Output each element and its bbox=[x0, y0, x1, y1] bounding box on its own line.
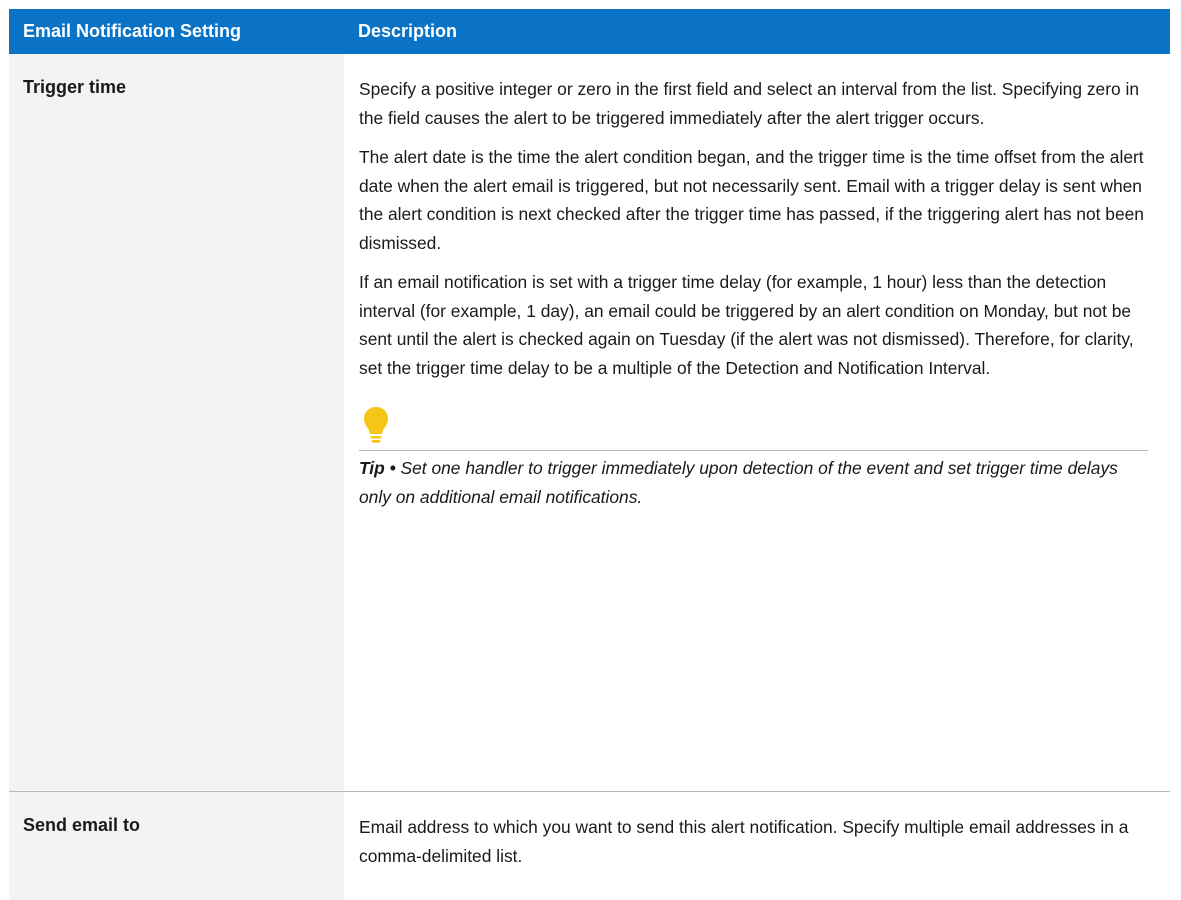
setting-description: Specify a positive integer or zero in th… bbox=[344, 54, 1170, 791]
tip-label: Tip • bbox=[359, 458, 396, 478]
setting-name: Send email to bbox=[9, 792, 344, 900]
tip-divider bbox=[359, 450, 1148, 451]
description-paragraph: Specify a positive integer or zero in th… bbox=[359, 79, 1140, 128]
table-row: Send email to Email address to which you… bbox=[9, 792, 1170, 900]
tip-box: Tip • Set one handler to trigger immedia… bbox=[359, 406, 1148, 511]
header-description: Description bbox=[358, 21, 458, 41]
table-row: Trigger time Specify a positive integer … bbox=[9, 54, 1170, 792]
lightbulb-icon bbox=[364, 407, 388, 443]
description-paragraph: The alert date is the time the alert con… bbox=[359, 147, 1144, 253]
description-paragraph: If an email notification is set with a t… bbox=[359, 272, 1134, 378]
tip-text: Tip • Set one handler to trigger immedia… bbox=[359, 454, 1148, 511]
header-setting: Email Notification Setting bbox=[23, 21, 242, 41]
setting-description: Email address to which you want to send … bbox=[344, 792, 1170, 900]
table-header: Email Notification Setting Description bbox=[9, 9, 1170, 54]
tip-body: Set one handler to trigger immediately u… bbox=[359, 458, 1118, 507]
description-paragraph: Email address to which you want to send … bbox=[359, 817, 1129, 866]
notification-settings-table: Email Notification Setting Description T… bbox=[9, 9, 1170, 900]
setting-name: Trigger time bbox=[9, 54, 344, 791]
